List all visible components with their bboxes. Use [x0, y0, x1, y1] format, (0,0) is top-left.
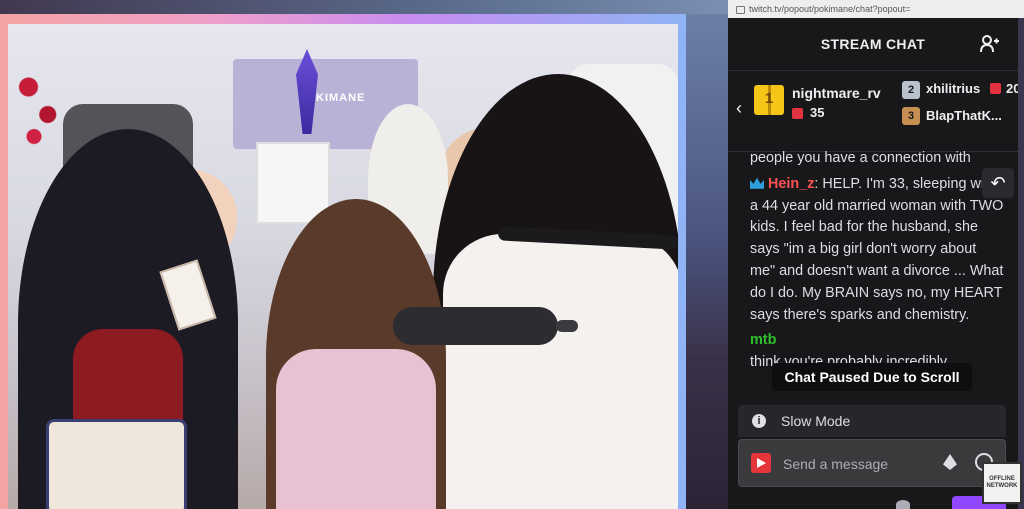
chat-paused-banner[interactable]: Chat Paused Due to Scroll [772, 363, 972, 391]
lock-icon [736, 5, 745, 14]
slow-mode-notice: i Slow Mode [738, 405, 1006, 437]
handbag [46, 419, 187, 509]
gift-icon: 1 [754, 85, 784, 115]
chat-title: STREAM CHAT [820, 36, 926, 52]
chevron-left-icon[interactable]: ‹ [736, 99, 742, 117]
address-bar-url: twitch.tv/popout/pokimane/chat?popout= [749, 4, 911, 14]
rank-2-badge: 2 [902, 81, 920, 99]
poster-text: KIMANE [316, 92, 366, 104]
users-icon[interactable] [980, 35, 1000, 53]
top-gifter-count: 35 [810, 105, 825, 120]
chat-username[interactable]: Hein_z [768, 176, 814, 192]
chat-username[interactable]: mtb [750, 332, 776, 348]
reply-arrow-icon[interactable]: ↶ [982, 168, 1014, 198]
chat-panel: STREAM CHAT ‹ 1 nightmare_rv 35 2 xhilit… [728, 18, 1020, 509]
third-gifter-name[interactable]: BlapThatK... [926, 108, 1002, 123]
stream-video[interactable]: KIMANE [8, 24, 678, 509]
second-gifter-name[interactable]: xhilitrius [926, 81, 980, 96]
message-text: people you have a connection with [750, 150, 971, 166]
window-edge [1018, 18, 1024, 509]
info-icon: i [752, 414, 766, 428]
chat-input-box[interactable] [738, 439, 1006, 487]
top-gifter-name[interactable]: nightmare_rv [792, 85, 881, 101]
gift-count-icon [990, 83, 1001, 94]
gift-leaderboard: ‹ 1 nightmare_rv 35 2 xhilitrius 20 3 Bl… [728, 70, 1020, 152]
vip-crown-icon [750, 177, 764, 189]
message-text: : HELP. I'm 33, sleeping with a 44 year … [750, 175, 1004, 323]
address-bar[interactable]: twitch.tv/popout/pokimane/chat?popout= [728, 0, 1024, 18]
flower-vase [12, 54, 67, 164]
microphone-tip [556, 320, 578, 332]
microphone [393, 307, 558, 345]
offline-network-logo: OFFLINE NETWORK [982, 462, 1022, 504]
top-gift-rank: 1 [764, 90, 774, 107]
gift-count-icon [792, 108, 803, 119]
person-right [433, 74, 678, 509]
video-camera-icon[interactable] [751, 453, 771, 473]
chat-message: people you have a connection with [728, 146, 1018, 172]
rank-3-badge: 3 [902, 107, 920, 125]
white-sweater [443, 234, 678, 509]
slow-mode-label: Slow Mode [781, 413, 851, 429]
chat-message-list[interactable]: people you have a connection with Hein_z… [728, 146, 1018, 436]
chat-header: STREAM CHAT [728, 18, 1018, 70]
background-scenery [686, 14, 728, 509]
person-center [266, 199, 446, 509]
chat-message: Hein_z: HELP. I'm 33, sleeping with a 44… [728, 172, 1018, 329]
message-input[interactable] [781, 452, 935, 476]
settings-icon[interactable] [896, 500, 910, 509]
stream-video-frame: KIMANE [0, 14, 686, 509]
bits-icon[interactable] [943, 454, 957, 470]
background-sky-strip [0, 0, 728, 14]
pink-top [276, 349, 436, 509]
